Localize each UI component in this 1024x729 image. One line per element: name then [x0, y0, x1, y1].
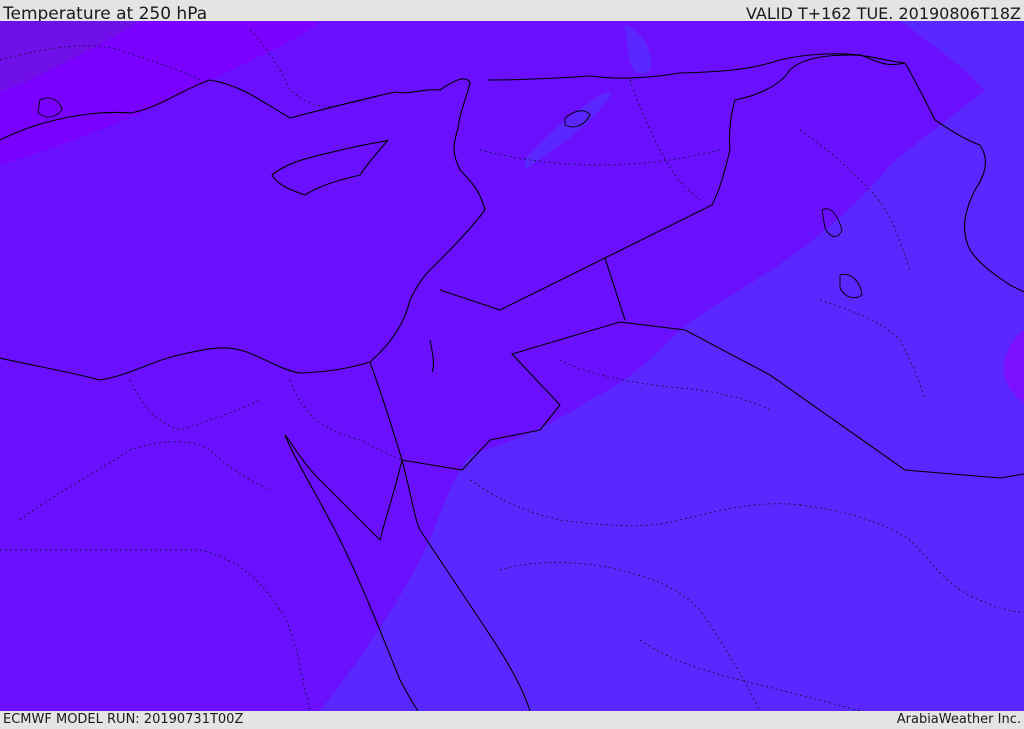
- weather-map[interactable]: [0, 21, 1024, 711]
- footer-bar: ECMWF MODEL RUN: 20190731T00Z ArabiaWeat…: [0, 711, 1024, 729]
- header-bar: Temperature at 250 hPa VALID T+162 TUE. …: [0, 0, 1024, 24]
- model-run-label: ECMWF MODEL RUN: 20190731T00Z: [3, 712, 244, 727]
- credit-label: ArabiaWeather Inc.: [896, 712, 1021, 727]
